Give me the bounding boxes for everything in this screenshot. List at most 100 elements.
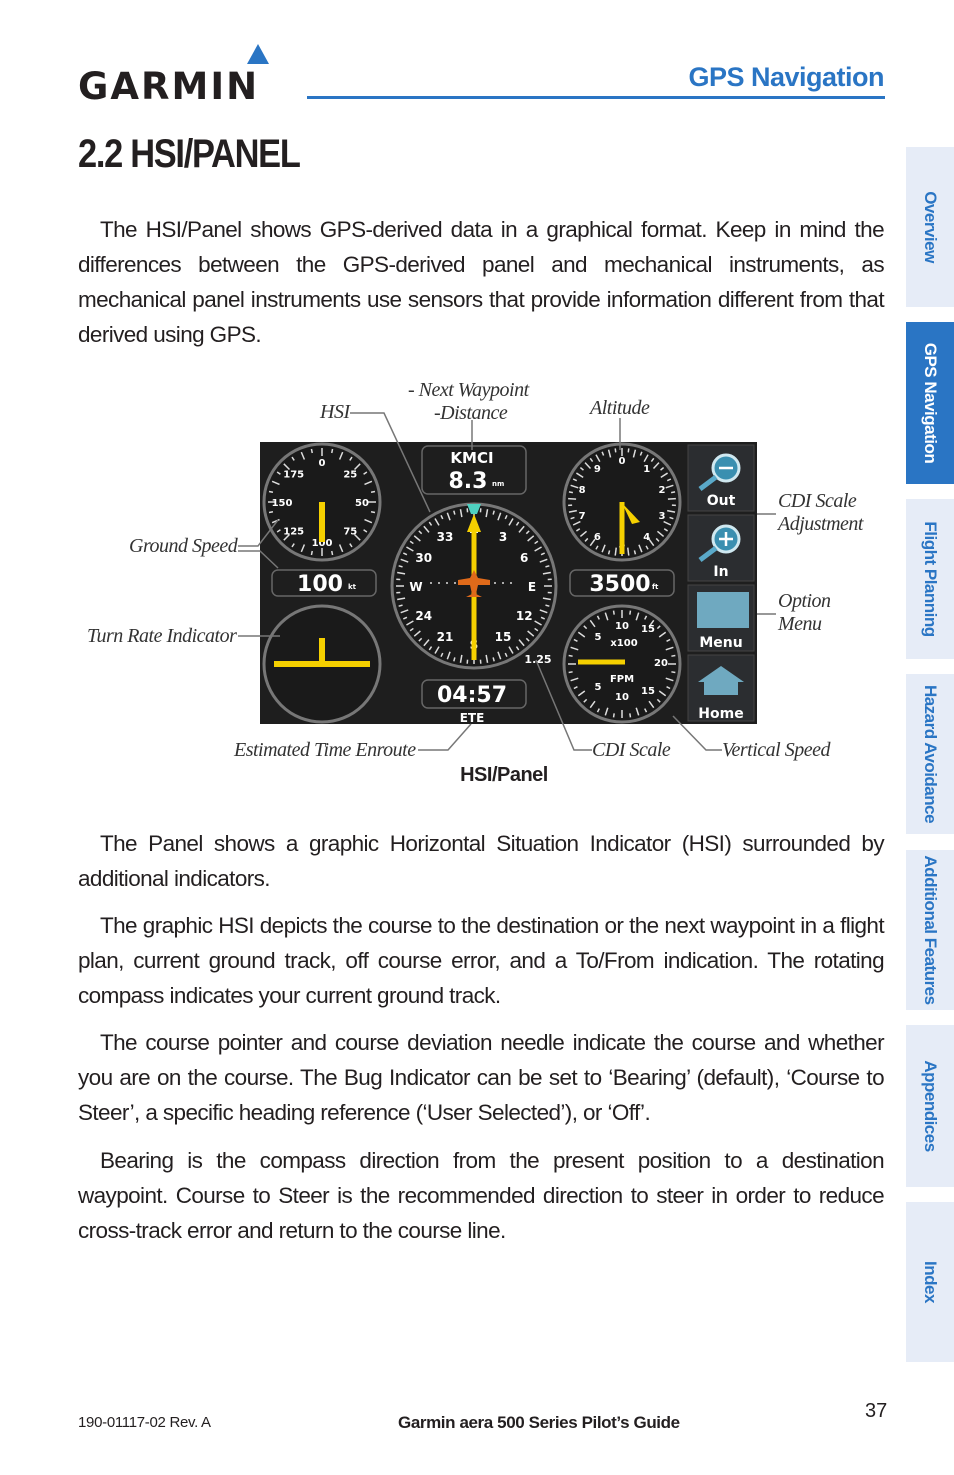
gauge-tick — [370, 511, 376, 514]
callout-ete: Estimated Time Enroute — [234, 739, 416, 761]
gauge-tick — [670, 491, 676, 494]
gauge-tick — [629, 713, 632, 718]
garmin-logo: GARMIN — [78, 44, 269, 104]
callout-cdi-adjust: CDI Scale Adjustment — [778, 490, 864, 535]
speed-tick-label: 150 — [272, 498, 293, 509]
tab-additional-features[interactable]: Additional Features — [906, 850, 954, 1010]
gauge-tick — [331, 550, 334, 556]
gauge-tick — [310, 448, 313, 454]
home-button[interactable]: Home — [687, 654, 755, 722]
gauge-tick — [633, 550, 637, 555]
gauge-tick — [607, 550, 611, 555]
hsi-panel-image: 0255075100125150175012345678910155x10020… — [260, 442, 757, 724]
altitude-tick-label: 6 — [594, 532, 601, 543]
gauge-tick — [671, 654, 676, 657]
vsi-label: 15 — [641, 686, 655, 697]
gauge-tick — [568, 491, 574, 494]
speed-tick-label: 175 — [283, 470, 304, 481]
gauge-tick — [671, 671, 676, 674]
svg-text:Out: Out — [707, 493, 736, 509]
compass-label: 12 — [516, 609, 533, 623]
altitude-tick-label: 7 — [579, 511, 586, 522]
gauge-tick — [268, 511, 274, 514]
callout-hsi: HSI — [320, 401, 350, 423]
compass-label: W — [409, 580, 422, 594]
gauge-tick — [331, 448, 334, 454]
speed-tick-label: 50 — [355, 498, 369, 509]
altitude-tick-label: 3 — [658, 511, 665, 522]
course-pointer-paragraph: The course pointer and course deviation … — [78, 1030, 885, 1125]
speed-tick-label: 25 — [343, 470, 357, 481]
svg-text:Menu: Menu — [699, 635, 742, 651]
ete-value: 04:57 — [437, 683, 507, 708]
tab-overview[interactable]: Overview — [906, 147, 954, 307]
speed-tick-label: 0 — [319, 458, 326, 469]
altitude-tick-label: 1 — [643, 464, 650, 475]
gauge-tick — [627, 547, 630, 556]
doc-number: 190-01117-02 Rev. A — [78, 1414, 211, 1431]
gauge-tick — [492, 657, 495, 662]
tab-appendices[interactable]: Appendices — [906, 1025, 954, 1187]
ete-label: ETE — [460, 711, 485, 724]
gauge-tick — [667, 497, 676, 500]
altitude-tick-label: 8 — [579, 485, 586, 496]
compass-label: E — [528, 580, 536, 594]
tab-flight-planning[interactable]: Flight Planning — [906, 499, 954, 659]
gauge-tick — [612, 610, 615, 615]
tab-hazard-avoidance[interactable]: Hazard Avoidance — [906, 674, 954, 834]
section-title: GPS Navigation — [688, 62, 884, 92]
bearing-paragraph: Bearing is the compass direction from th… — [78, 1148, 885, 1243]
logo-triangle-icon — [247, 44, 269, 64]
figure-caption: HSI/Panel — [460, 764, 548, 786]
altitude-unit: ft — [652, 583, 659, 591]
compass-label: 30 — [415, 551, 432, 565]
altitude-value: 3500 — [589, 572, 650, 597]
ground-speed-value: 100 — [297, 572, 343, 597]
intro-paragraph: The HSI/Panel shows GPS-derived data in … — [78, 217, 885, 347]
callout-vertical-speed: Vertical Speed — [722, 739, 830, 761]
menu-button[interactable]: Menu — [687, 584, 755, 652]
vsi-label: 20 — [654, 658, 668, 669]
speed-tick-label: 125 — [283, 526, 304, 537]
gauge-tick — [614, 547, 617, 556]
callout-next-waypoint: - Next Waypoint — [408, 379, 529, 401]
callout-altitude: Altitude — [590, 397, 650, 419]
page-number: 37 — [865, 1400, 888, 1422]
menu-icon — [697, 592, 749, 628]
cdi-scale-value: 1.25 — [524, 653, 551, 666]
speed-tick-label: 75 — [343, 526, 357, 537]
waypoint-distance: 8.3 — [449, 469, 488, 494]
callout-ground-speed: Ground Speed — [129, 535, 238, 557]
gauge-tick — [568, 497, 577, 500]
svg-text:In: In — [713, 564, 728, 580]
compass-label: 21 — [437, 630, 454, 644]
tab-gps-navigation[interactable]: GPS Navigation — [906, 322, 954, 484]
gauge-tick — [310, 550, 313, 556]
altitude-tick-label: 0 — [619, 456, 626, 467]
logo-text: GARMIN — [78, 65, 259, 104]
compass-label: 6 — [520, 551, 528, 565]
vsi-label: 10 — [615, 621, 629, 632]
gauge-tick — [545, 565, 550, 568]
vsi-label: 10 — [615, 692, 629, 703]
vsi-label: FPM — [610, 674, 634, 685]
vsi-label: x100 — [610, 638, 637, 649]
callout-cdi-scale: CDI Scale — [592, 739, 671, 761]
ground-speed-unit: kt — [348, 583, 357, 591]
waypoint-name: KMCI — [450, 449, 493, 467]
gauge-tick — [268, 490, 274, 493]
gauge-tick — [492, 510, 495, 515]
tab-index[interactable]: Index — [906, 1202, 954, 1362]
gauge-tick — [614, 448, 617, 453]
gauge-tick — [568, 671, 573, 674]
altitude-tick-label: 9 — [594, 464, 601, 475]
gauge-tick — [370, 490, 376, 493]
guide-title: Garmin aera 500 Series Pilot’s Guide — [398, 1413, 680, 1432]
compass-label: 15 — [495, 630, 512, 644]
hsi-paragraph: The graphic HSI depicts the course to th… — [78, 913, 885, 1008]
header-rule — [307, 96, 885, 99]
panel-paragraph: The Panel shows a graphic Horizontal Sit… — [78, 831, 885, 891]
zoom-out-button[interactable]: Out — [687, 444, 755, 512]
zoom-in-button[interactable]: In — [687, 514, 755, 582]
altitude-tick-label: 2 — [658, 485, 665, 496]
